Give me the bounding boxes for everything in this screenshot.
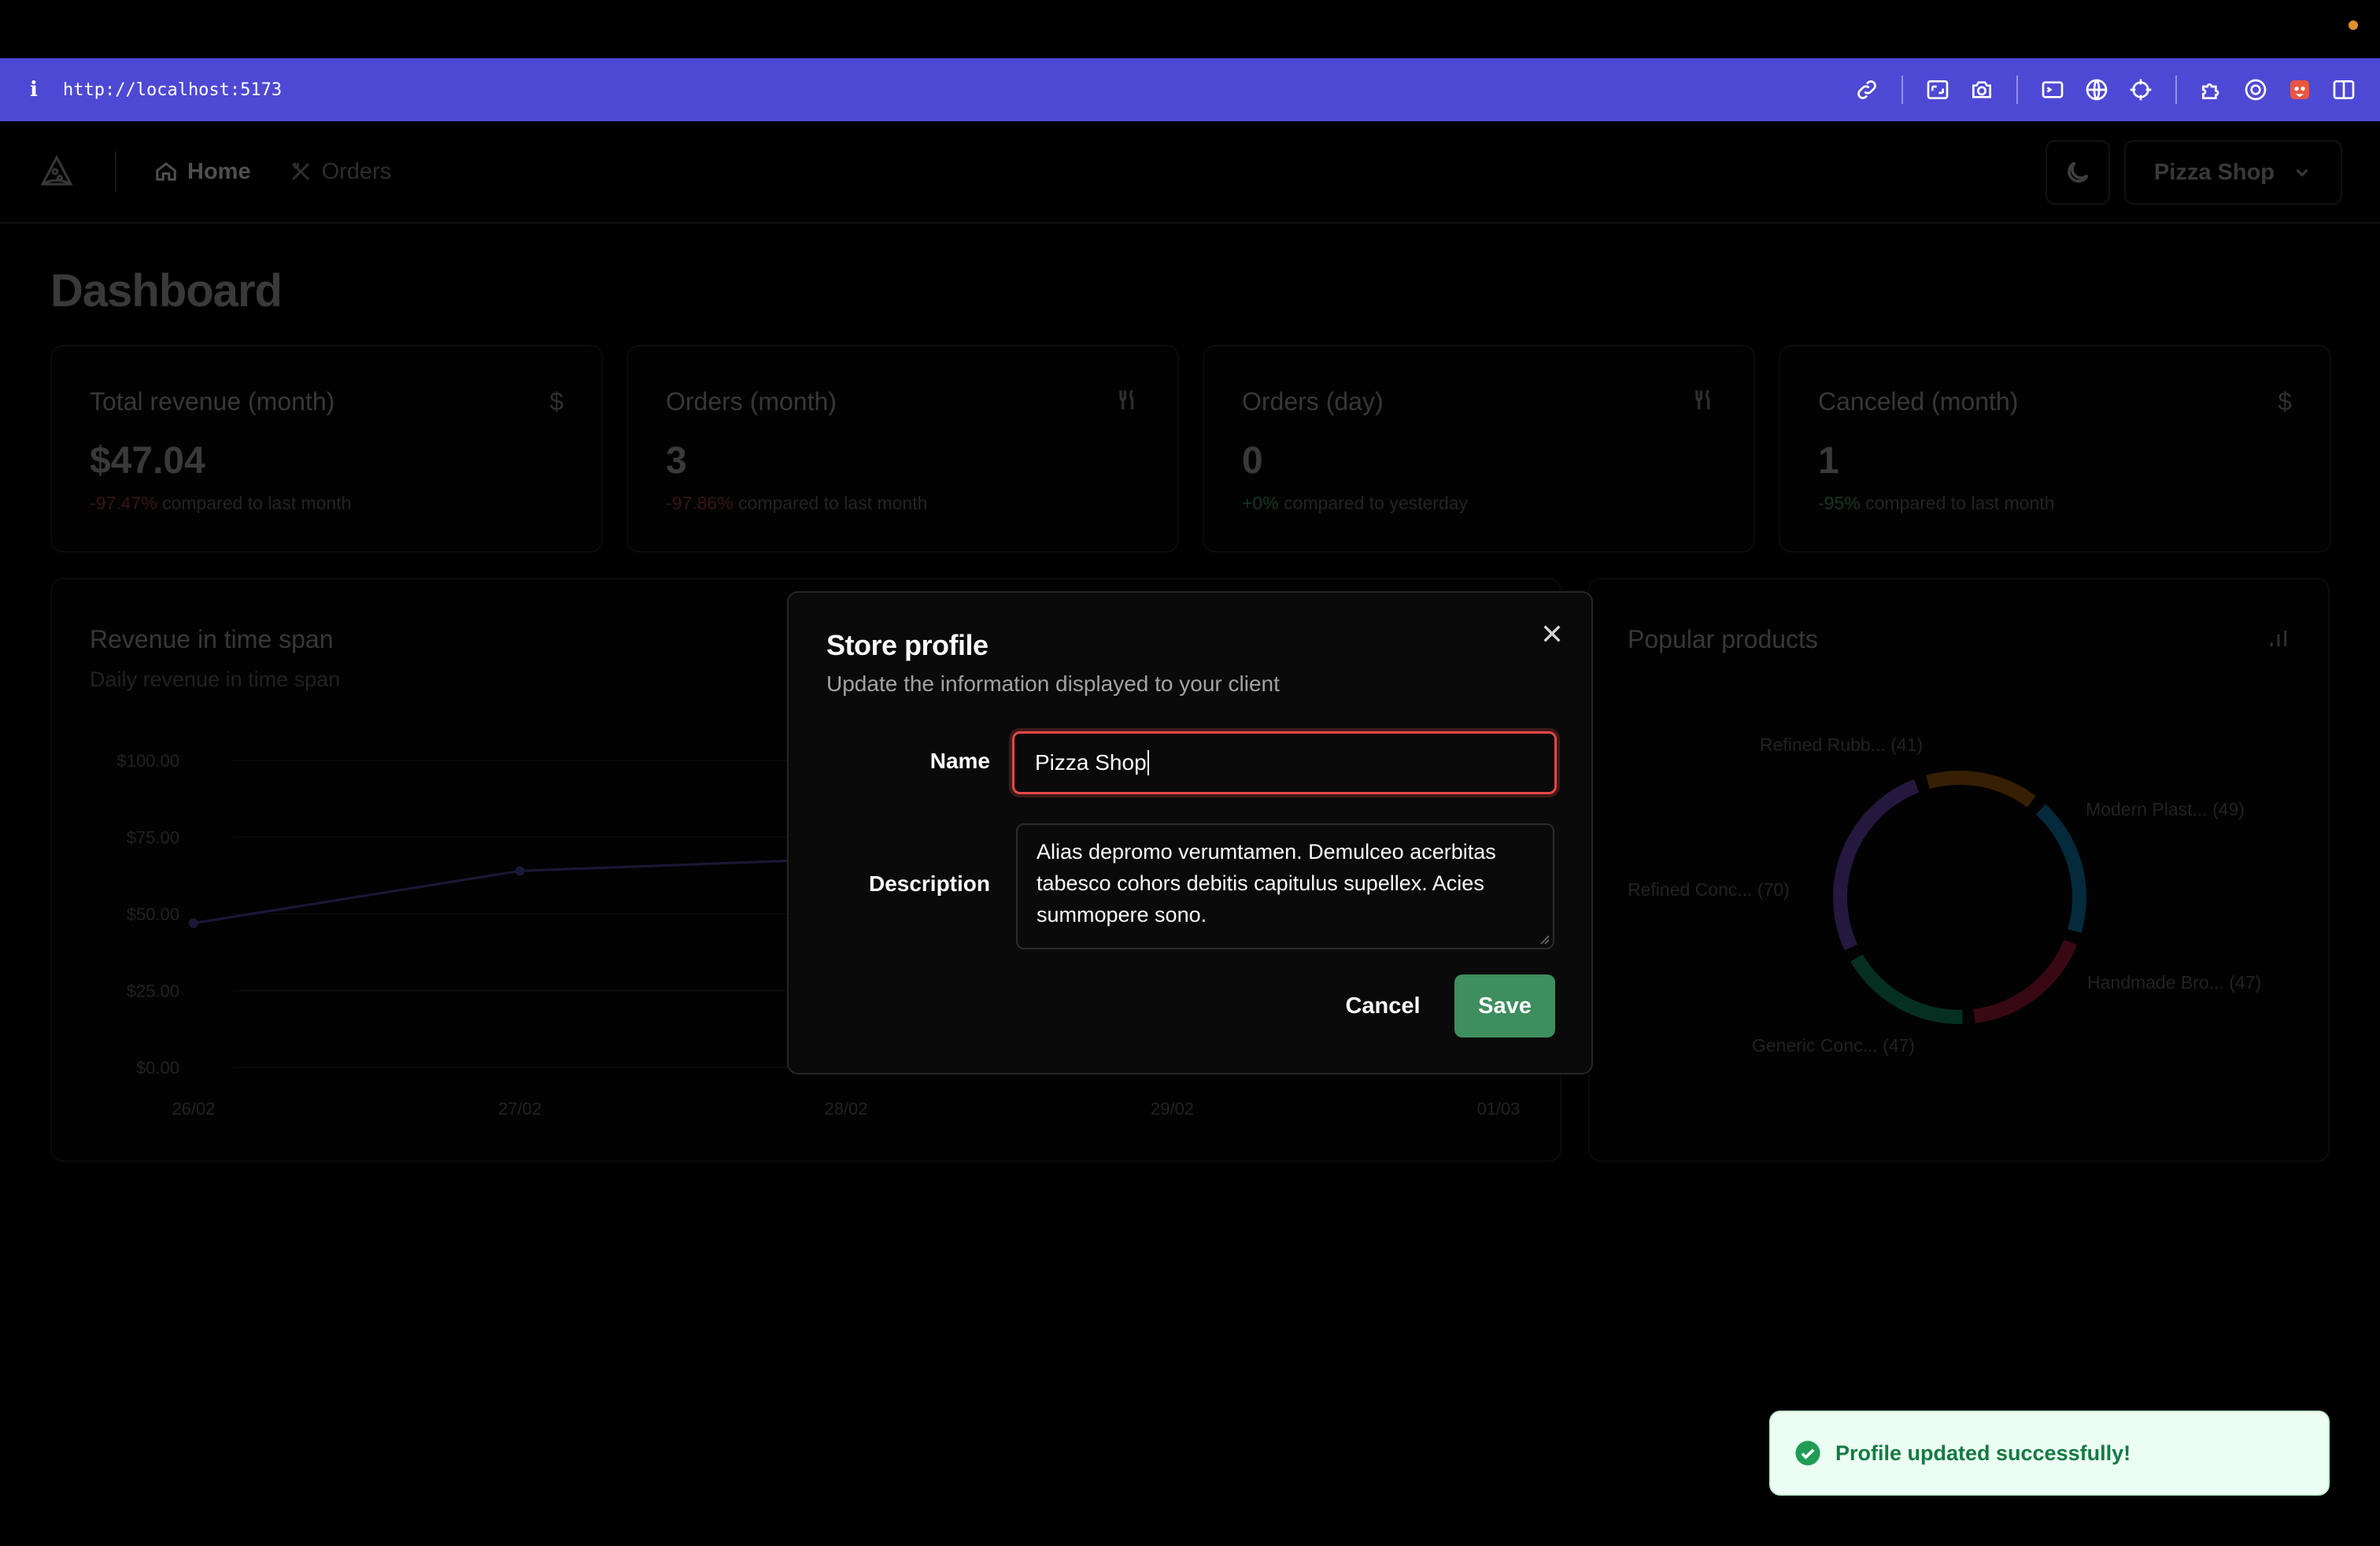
description-label: Description [868, 871, 990, 896]
toolbar-divider [2016, 76, 2018, 104]
name-input-value: Pizza Shop [1035, 750, 1147, 775]
split-view-icon[interactable] [2322, 68, 2366, 112]
info-icon[interactable]: i [25, 78, 42, 102]
terminal-icon[interactable] [2031, 68, 2075, 112]
description-textarea-value: Alias depromo verumtamen. Demulceo acerb… [1037, 840, 1496, 926]
toolbar-divider [2175, 76, 2177, 104]
toast-message: Profile updated successfully! [1835, 1441, 2131, 1465]
link-icon[interactable] [1845, 68, 1889, 112]
toolbar-divider [1901, 76, 1903, 104]
crosshair-icon[interactable] [2119, 68, 2163, 112]
text-caret [1147, 750, 1149, 775]
store-profile-dialog: Store profile Update the information dis… [787, 591, 1593, 1074]
description-textarea[interactable]: Alias depromo verumtamen. Demulceo acerb… [1016, 823, 1554, 949]
extensions-icon[interactable] [2190, 68, 2234, 112]
cancel-button[interactable]: Cancel [1329, 975, 1437, 1037]
close-icon [1543, 625, 1561, 642]
success-toast: Profile updated successfully! [1769, 1411, 2330, 1496]
browser-address-bar: i http://localhost:5173 [0, 58, 2380, 121]
dialog-title: Store profile [826, 629, 989, 661]
save-button[interactable]: Save [1454, 975, 1555, 1037]
window-top-strip [0, 0, 2380, 58]
camera-icon[interactable] [1960, 68, 2004, 112]
resize-grip-icon[interactable] [1539, 934, 1550, 945]
globe-icon[interactable] [2075, 68, 2119, 112]
dialog-description: Update the information displayed to your… [826, 671, 1280, 696]
name-label: Name [929, 749, 990, 773]
close-button[interactable] [1539, 621, 1565, 646]
fox-icon[interactable] [2278, 68, 2322, 112]
screenshot-icon[interactable] [1916, 68, 1960, 112]
name-input[interactable]: Pizza Shop [1009, 728, 1560, 797]
status-dot [2349, 20, 2358, 30]
url-text[interactable]: http://localhost:5173 [63, 80, 282, 100]
check-circle-icon [1795, 1441, 1820, 1466]
record-icon[interactable] [2234, 68, 2278, 112]
browser-toolbar [1845, 58, 2366, 121]
